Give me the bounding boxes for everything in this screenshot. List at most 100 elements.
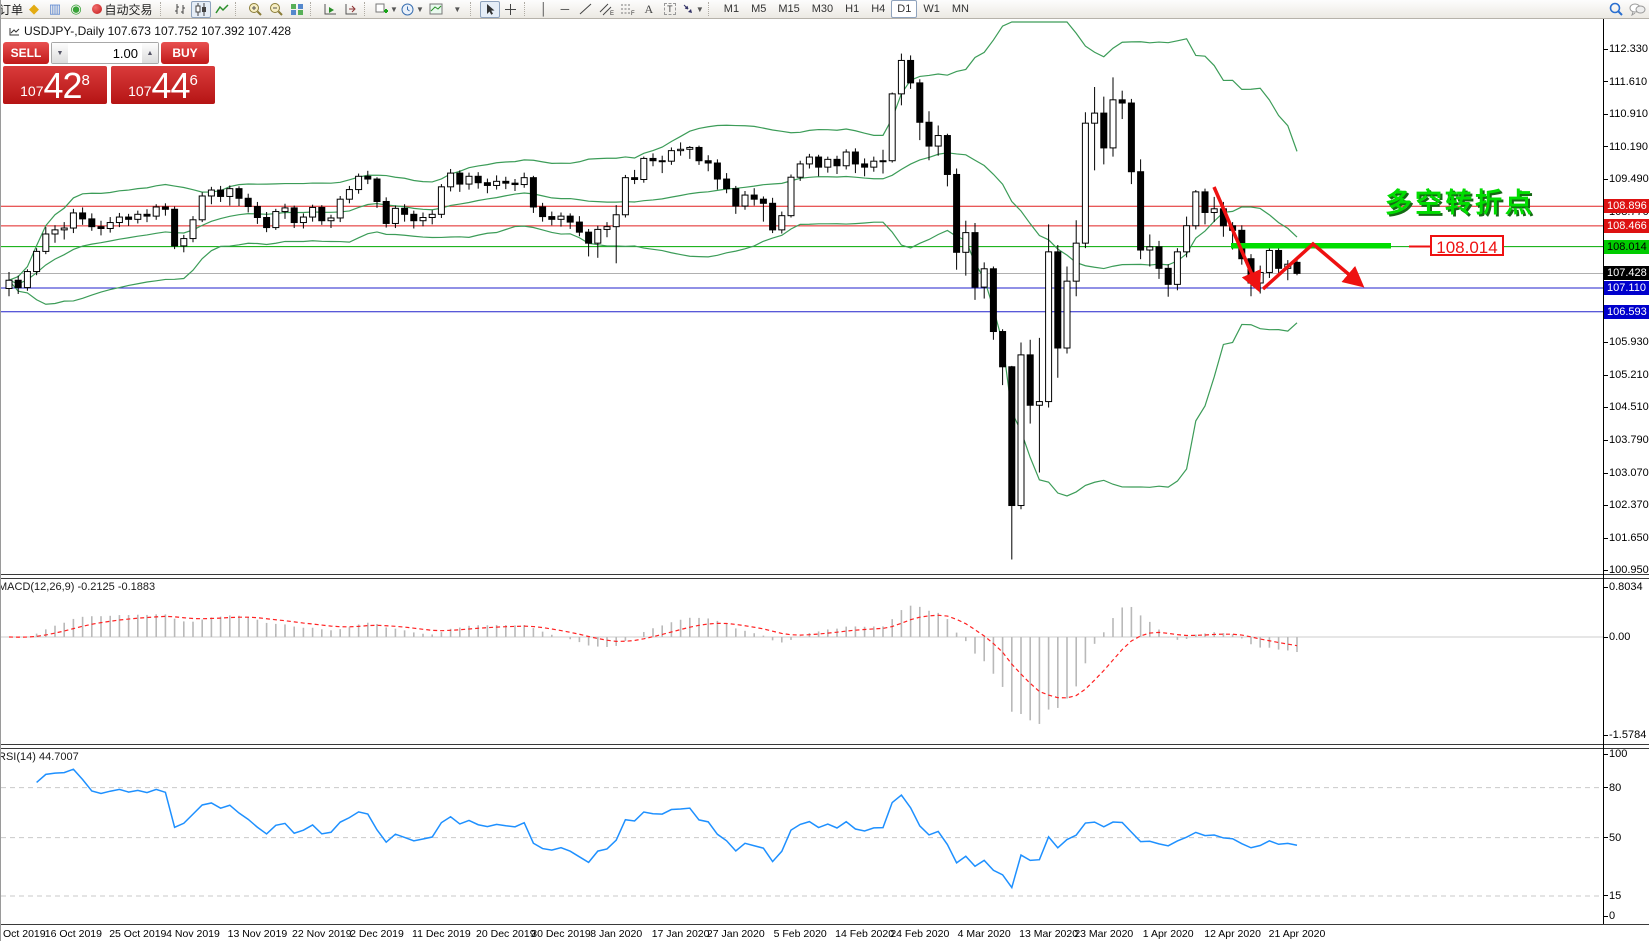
candle-body [310, 207, 316, 217]
candle-body [135, 214, 141, 219]
price-highlight-label: 106.593 [1604, 305, 1649, 319]
price-tick-label: 105.930 [1609, 336, 1649, 348]
candle-body [889, 94, 895, 161]
price-highlight-label: 108.896 [1604, 199, 1649, 213]
candle-body [779, 216, 785, 230]
buy-price-main: 44 [151, 70, 189, 102]
time-axis-label: 25 Oct 2019 [109, 928, 166, 940]
candle-body [834, 159, 840, 165]
price-tick-label: 110.910 [1609, 108, 1648, 120]
candle-body [650, 158, 656, 160]
time-axis-label: 13 Mar 2020 [1019, 928, 1078, 940]
candle-body [392, 208, 398, 223]
down-arrow-annotation [1214, 187, 1257, 286]
candle-body [972, 233, 978, 287]
candle-body [291, 208, 297, 223]
time-axis-label: 20 Dec 2019 [476, 928, 536, 940]
price-tick-mark [1603, 146, 1608, 147]
candle-body [116, 217, 122, 222]
sell-button[interactable]: SELL [3, 42, 49, 64]
candle-body [540, 207, 546, 217]
time-axis-label: 22 Nov 2019 [292, 928, 352, 940]
time-axis-label: 21 Apr 2020 [1269, 928, 1326, 940]
price-tick-label: 111.610 [1609, 76, 1647, 88]
candle-body [1202, 192, 1208, 213]
volume-input[interactable] [68, 43, 142, 63]
candle-body [475, 176, 481, 182]
candle-body [604, 227, 610, 230]
price-tick-label: 102.370 [1609, 499, 1649, 511]
bollinger-band-line [9, 222, 1297, 496]
sell-price-prefix: 107 [20, 80, 43, 102]
price-highlight-label: 107.110 [1604, 281, 1649, 295]
candle-body [383, 201, 389, 223]
candle-body [1266, 250, 1272, 272]
time-axis-label: 14 Feb 2020 [835, 928, 894, 940]
candle-body [1119, 100, 1125, 103]
rsi-line [37, 769, 1297, 887]
candle-body [503, 181, 509, 183]
candle-body [595, 229, 601, 243]
candle-body [687, 147, 693, 149]
symbol-ohlc-title: USDJPY-,Daily 107.673 107.752 107.392 10… [24, 24, 291, 38]
candle-body [300, 217, 306, 222]
chart-canvas[interactable] [1, 0, 1649, 941]
time-axis-label: 2 Dec 2019 [350, 928, 404, 940]
candle-body [981, 269, 987, 287]
candle-body [586, 232, 592, 243]
buy-button[interactable]: BUY [161, 42, 209, 64]
price-tick-mark [1603, 49, 1608, 50]
candle-body [567, 216, 573, 222]
candle-body [1211, 209, 1217, 213]
candle-body [494, 181, 500, 185]
candle-body [420, 218, 426, 221]
candle-body [1018, 355, 1024, 506]
rsi-tick-label: 50 [1609, 832, 1621, 844]
rsi-tick-mark [1603, 916, 1608, 917]
candle-body [521, 178, 527, 185]
macd-tick-mark [1603, 735, 1608, 736]
candle-body [1046, 252, 1052, 402]
candle-body [1000, 332, 1006, 367]
candle-body [1138, 172, 1144, 250]
price-tick-label: 100.950 [1609, 564, 1649, 576]
candle-body [319, 207, 325, 220]
candle-body [613, 215, 619, 227]
candle-body [806, 157, 812, 164]
candle-body [1193, 192, 1199, 226]
macd-tick-label: 0.8034 [1609, 581, 1643, 593]
pane-separator-rsi[interactable] [1, 744, 1649, 749]
candle-body [346, 190, 352, 200]
pane-separator-macd[interactable] [1, 574, 1649, 579]
price-tick-mark [1603, 81, 1608, 82]
candle-body [365, 176, 371, 179]
candle-body [254, 207, 260, 218]
candle-body [153, 207, 159, 216]
time-axis-label: 1 Apr 2020 [1143, 928, 1194, 940]
time-axis-label: 13 Nov 2019 [228, 928, 288, 940]
buy-price-display[interactable]: 107 44 6 [111, 66, 215, 104]
candle-body [530, 178, 536, 207]
buy-price-prefix: 107 [128, 80, 151, 102]
sell-price-display[interactable]: 107 42 8 [3, 66, 107, 104]
candle-body [337, 199, 343, 218]
volume-decrease-button[interactable]: ▼ [52, 43, 68, 63]
volume-increase-button[interactable]: ▲ [142, 43, 158, 63]
level-price-label[interactable]: 108.014 [1430, 235, 1504, 256]
candle-body [954, 174, 960, 252]
rsi-indicator-label: RSI(14) 44.7007 [0, 751, 79, 763]
candle-body [181, 239, 187, 246]
candle-body [1147, 247, 1153, 250]
candle-body [908, 60, 914, 82]
rsi-tick-mark [1603, 895, 1608, 896]
candle-body [880, 161, 886, 162]
turning-point-annotation[interactable]: 多空转折点 [1385, 181, 1535, 220]
candle-body [107, 223, 113, 229]
candle-body [199, 196, 205, 220]
price-tick-label: 101.650 [1609, 532, 1649, 544]
candle-body [438, 187, 444, 214]
candle-body [935, 136, 941, 147]
candle-body [963, 233, 969, 253]
time-axis-label: 16 Oct 2019 [45, 928, 102, 940]
time-axis-label: 11 Dec 2019 [412, 928, 471, 940]
